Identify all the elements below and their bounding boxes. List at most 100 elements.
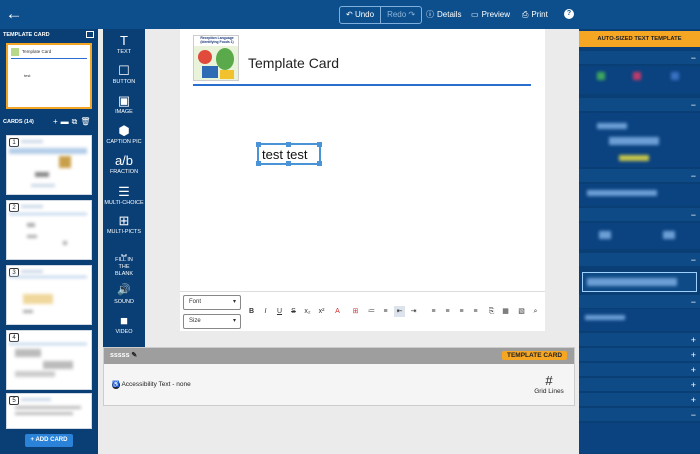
template-option[interactable] (579, 423, 700, 453)
tool-multi-picts[interactable]: ⊞ MULTI-PICTS (103, 213, 145, 236)
tool-sound[interactable]: 🔊 SOUND (103, 283, 145, 306)
info-icon: ⓘ (426, 10, 434, 19)
card-thumb-4[interactable]: 4 (6, 330, 92, 390)
ordered-list-button[interactable]: ≔ (366, 306, 377, 317)
selected-template-option[interactable] (582, 272, 697, 292)
image-button[interactable]: ▦ (500, 306, 511, 317)
copy-icon[interactable]: ⧉ (72, 117, 78, 127)
font-select[interactable]: Font (183, 295, 241, 310)
grid-icon: ⊞ (118, 213, 130, 228)
pencil-icon[interactable]: ✎ (131, 352, 137, 359)
justify-button[interactable]: ≡ (470, 306, 481, 317)
table-button[interactable]: ⊞ (350, 306, 361, 317)
tool-fill-in-the-blank[interactable]: ⎵ FILL IN THE BLANK (103, 241, 145, 278)
plus-icon[interactable]: + (53, 117, 58, 127)
trash-icon[interactable]: 🗑 (80, 117, 90, 127)
indent-button[interactable]: ⇥ (408, 306, 419, 317)
template-card-badge: TEMPLATE CARD (502, 351, 568, 360)
undo-button[interactable]: ↶ Undo (340, 7, 380, 23)
bold-button[interactable]: B (246, 306, 257, 317)
underline-button[interactable]: U (274, 306, 285, 317)
media-button[interactable]: ▧ (516, 306, 527, 317)
template-row[interactable]: − (579, 295, 700, 309)
help-button[interactable]: ? (564, 9, 574, 19)
tool-text[interactable]: T TEXT (103, 33, 145, 56)
paste-button[interactable]: ⎘ (486, 306, 497, 317)
grid-lines-button[interactable]: # Grid Lines (528, 373, 570, 396)
template-row[interactable]: + (579, 348, 700, 362)
template-row[interactable]: − (579, 98, 700, 112)
template-option[interactable] (579, 309, 700, 331)
template-row[interactable]: + (579, 363, 700, 377)
template-row[interactable]: − (579, 208, 700, 222)
textbox-content[interactable]: test test (262, 147, 308, 163)
search-icon[interactable]: ⌕ (530, 306, 541, 317)
template-row[interactable]: − (579, 51, 700, 65)
template-option[interactable] (579, 113, 700, 167)
video-icon: ■ (120, 313, 128, 328)
template-option[interactable] (579, 223, 700, 249)
thumb-line (11, 58, 87, 59)
folder-icon[interactable]: ▬ (61, 117, 69, 127)
tool-fraction[interactable]: a/b FRACTION (103, 153, 145, 176)
italic-button[interactable]: I (260, 306, 271, 317)
printer-icon: ⎙ (522, 10, 529, 19)
tool-button[interactable]: ☐ BUTTON (103, 63, 145, 86)
template-option[interactable] (579, 184, 700, 206)
format-toolbar: Font Size B I U S x₂ x² A ⊞ ≔ ≡ ⇤ ⇥ ≡ ≡ … (180, 291, 545, 331)
thumb-picture (11, 48, 19, 56)
superscript-button[interactable]: x² (316, 306, 327, 317)
template-sidebar-header: AUTO-SIZED TEXT TEMPLATE (579, 31, 700, 47)
preview-button[interactable]: ▭ Preview (471, 9, 510, 21)
template-card-header: TEMPLATE CARD (3, 32, 50, 38)
template-sidebar: AUTO-SIZED TEXT TEMPLATE − − − − − − + +… (579, 29, 700, 454)
template-row[interactable]: + (579, 378, 700, 392)
template-row[interactable]: + (579, 333, 700, 347)
size-select[interactable]: Size (183, 314, 241, 329)
template-row[interactable]: − (579, 169, 700, 183)
window-icon[interactable] (86, 31, 94, 38)
card-picture[interactable]: Reception Language (Identifying Foods 1) (193, 35, 239, 81)
details-button[interactable]: ⓘ Details (426, 9, 461, 21)
template-row[interactable]: + (579, 393, 700, 407)
tool-image[interactable]: ▣ IMAGE (103, 93, 145, 116)
outdent-button[interactable]: ⇤ (394, 306, 405, 317)
template-card-thumb[interactable]: Template Card test (6, 43, 92, 109)
title-underline (193, 84, 531, 86)
tools-palette: T TEXT ☐ BUTTON ▣ IMAGE ⬢ CAPTION PIC a/b FRA… (103, 29, 145, 369)
card-canvas[interactable]: Reception Language (Identifying Foods 1)… (180, 29, 545, 291)
subscript-button[interactable]: x₂ (302, 306, 313, 317)
card-thumb-5[interactable]: 5 (6, 393, 92, 429)
thumb-text: test (24, 73, 31, 78)
cards-sidebar: TEMPLATE CARD Template Card test CARDS (… (0, 29, 98, 454)
align-right-button[interactable]: ≡ (456, 306, 467, 317)
template-option[interactable] (579, 66, 700, 94)
align-center-button[interactable]: ≡ (442, 306, 453, 317)
card-thumb-1[interactable]: 1 (6, 135, 92, 195)
accessibility-icon: ♿ (112, 381, 120, 389)
card-thumb-3[interactable]: 3 (6, 265, 92, 325)
selected-textbox[interactable]: test test (256, 142, 322, 166)
grid-icon: # (545, 373, 553, 388)
app-root: ← ↶ Undo Redo ↷ ⓘ Details ▭ Preview ⎙ Print… (0, 0, 700, 454)
redo-button[interactable]: Redo ↷ (380, 7, 421, 23)
align-left-button[interactable]: ≡ (428, 306, 439, 317)
card-name[interactable]: sssss ✎ (110, 351, 137, 359)
template-row[interactable]: − (579, 408, 700, 422)
tool-multi-choice[interactable]: ☰ MULTI-CHOICE (103, 184, 145, 207)
tool-caption-pic[interactable]: ⬢ CAPTION PIC (103, 123, 145, 146)
food-illustration (198, 50, 212, 64)
strike-button[interactable]: S (288, 306, 299, 317)
fraction-icon: a/b (114, 153, 134, 168)
print-button[interactable]: ⎙ Print (522, 9, 548, 21)
card-thumb-2[interactable]: 2 (6, 200, 92, 260)
text-color-button[interactable]: A (332, 306, 343, 317)
bullet-list-button[interactable]: ≡ (380, 306, 391, 317)
template-row[interactable]: − (579, 253, 700, 267)
text-icon: T (120, 33, 128, 48)
add-card-button[interactable]: + ADD CARD (25, 434, 73, 447)
card-title[interactable]: Template Card (248, 55, 339, 71)
back-arrow-icon[interactable]: ← (4, 4, 24, 24)
tool-video[interactable]: ■ VIDEO (103, 313, 145, 336)
accessibility-text[interactable]: ♿ Accessibility Text - none (112, 381, 191, 389)
